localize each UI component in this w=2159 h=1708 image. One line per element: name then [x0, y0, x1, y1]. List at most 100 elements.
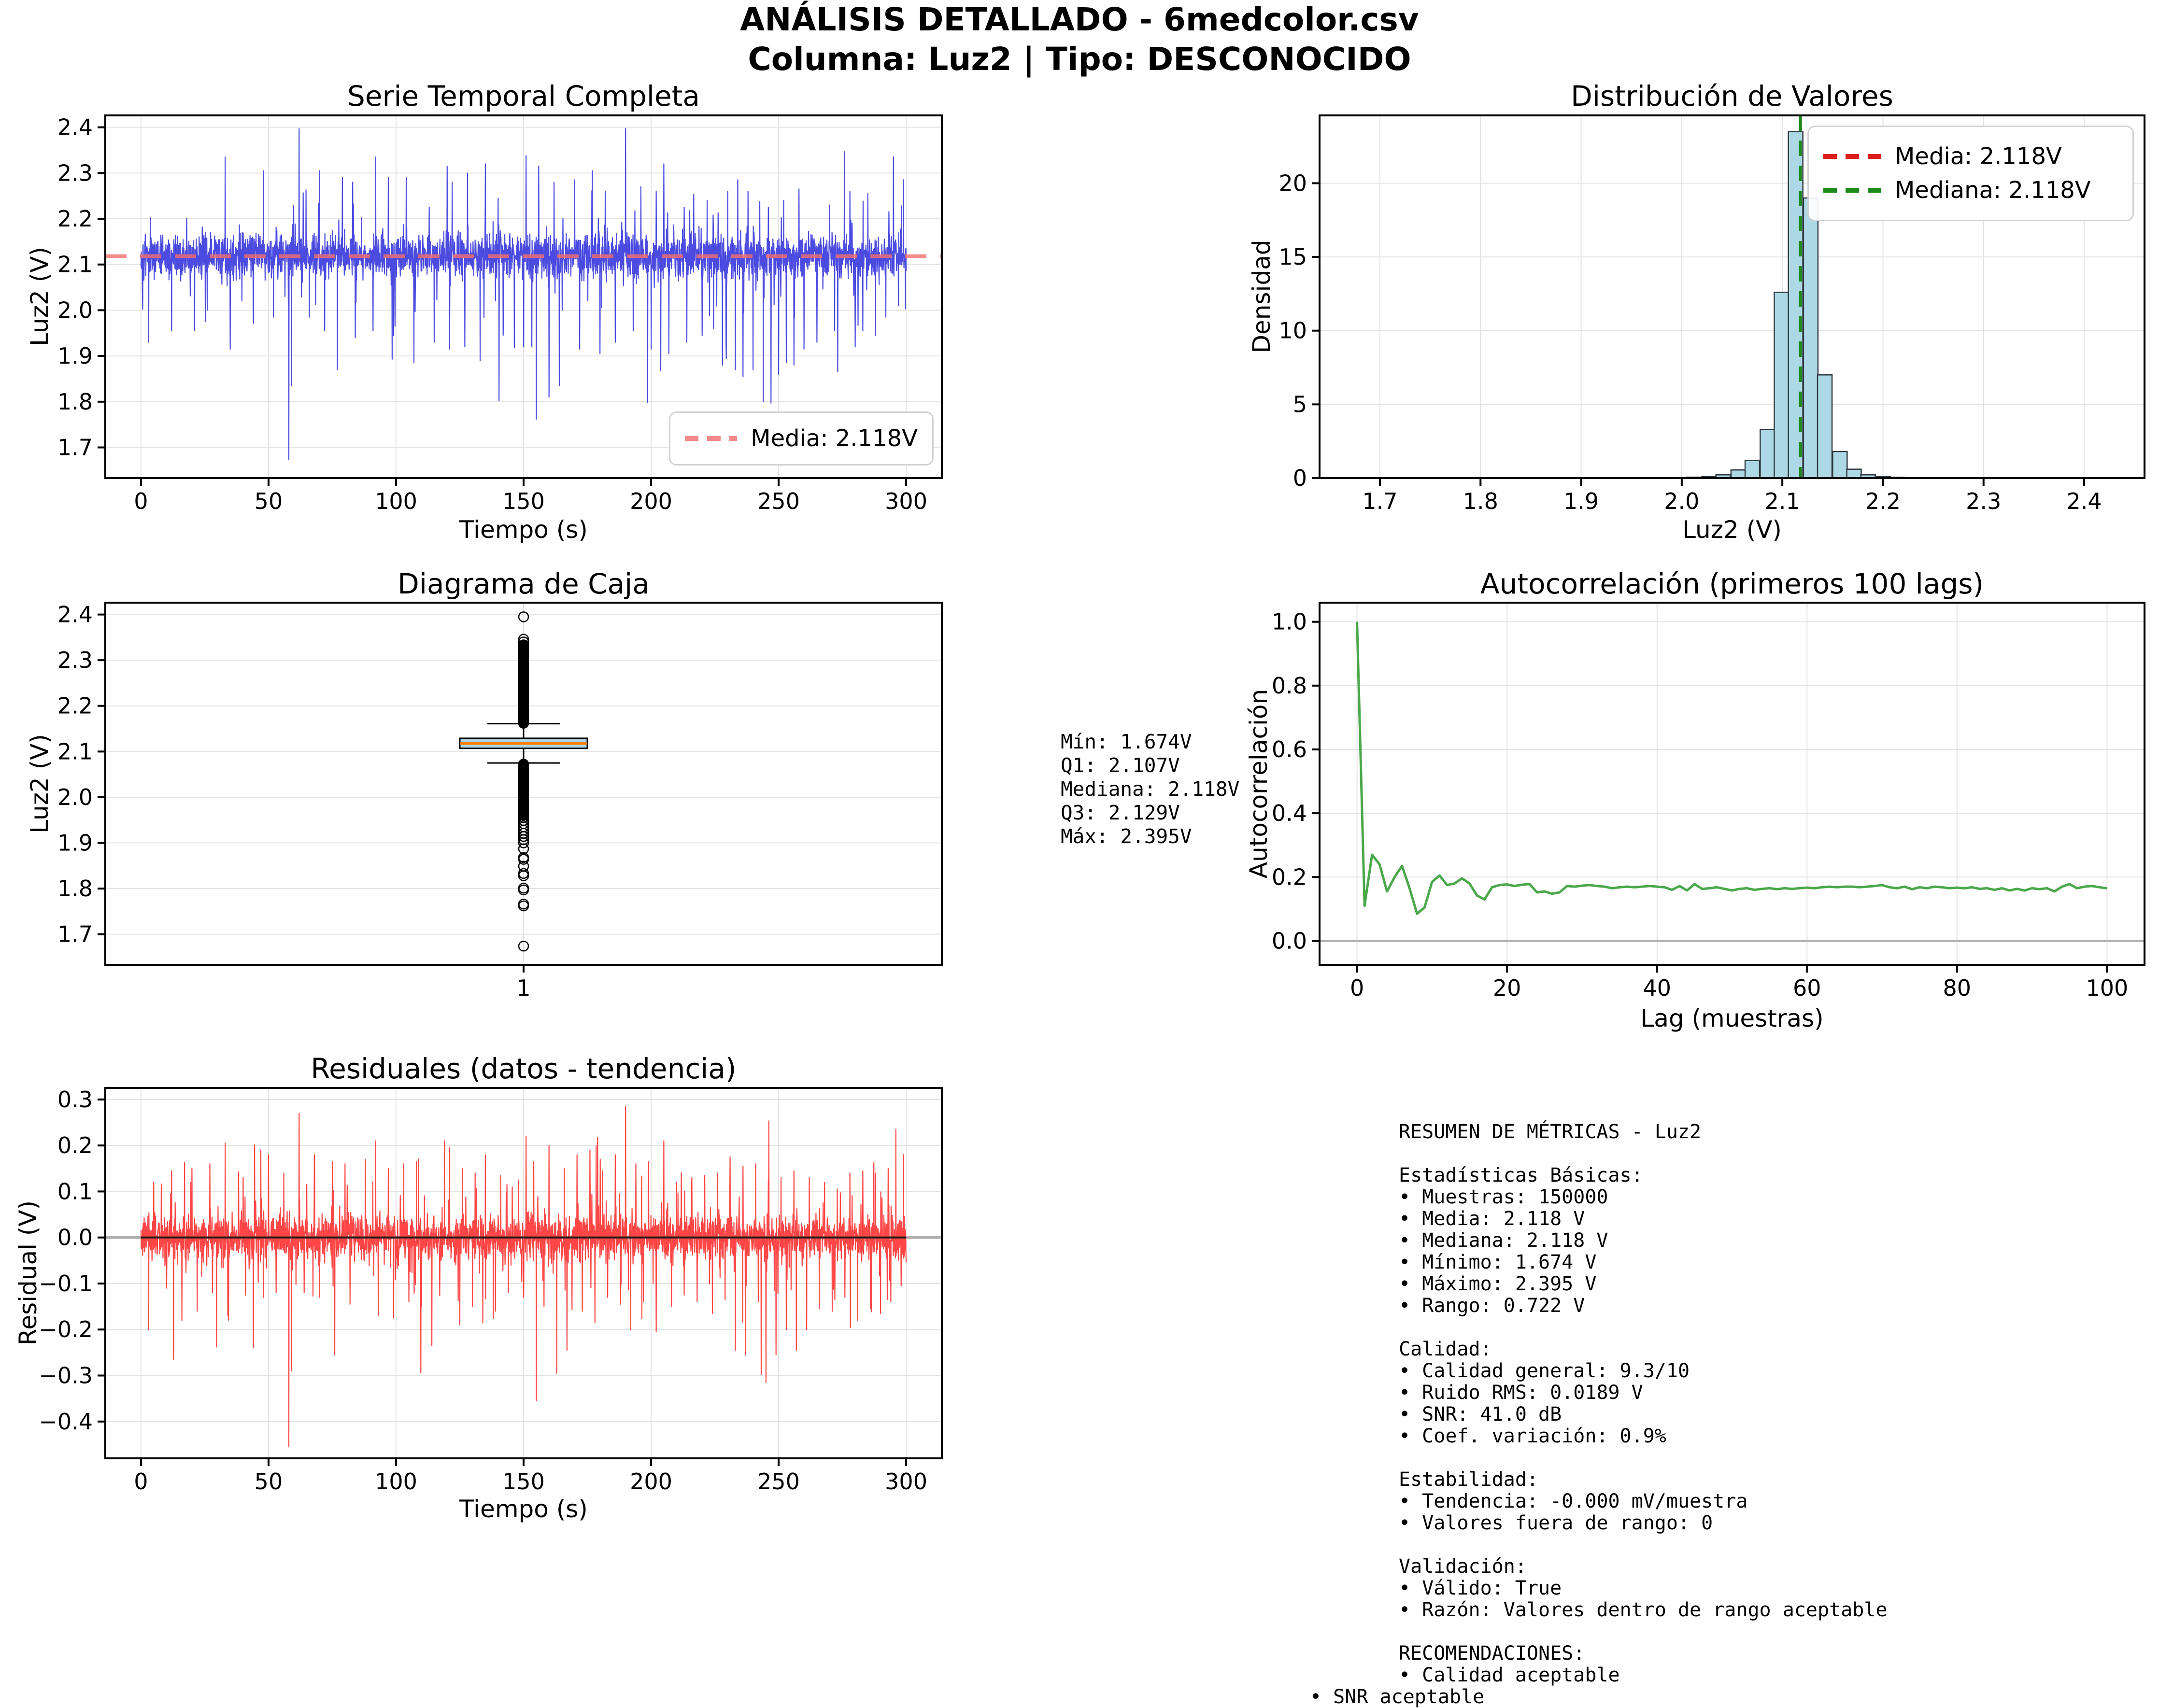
boxplot-stats-annotation: Mín: 1.674V Q1: 2.107V Mediana: 2.118V Q… — [1061, 730, 1239, 848]
metrics-lines: RESUMEN DE MÉTRICAS - Luz2 Estadísticas … — [1399, 1121, 1887, 1686]
residuals-xlabel: Tiempo (s) — [459, 1495, 588, 1523]
svg-text:−0.2: −0.2 — [39, 1316, 93, 1342]
metrics-line — [1399, 1534, 1887, 1556]
svg-text:2.4: 2.4 — [57, 602, 93, 628]
residuals-chart: 0 50 100 150 200 250 300 −0.4 −0.3 −0.2 −0.1 0.0 0.1… — [39, 1087, 943, 1495]
svg-text:2.2: 2.2 — [57, 693, 93, 719]
svg-text:250: 250 — [757, 1468, 800, 1495]
svg-text:0: 0 — [1293, 465, 1307, 491]
metrics-line: • Razón: Valores dentro de rango aceptab… — [1399, 1599, 1888, 1621]
hist-bar — [1803, 197, 1819, 479]
boxplot-title: Diagrama de Caja — [398, 567, 650, 600]
svg-text:1.9: 1.9 — [1563, 488, 1599, 514]
hist-bar — [1817, 374, 1833, 479]
metrics-line: • Mínimo: 1.674 V — [1399, 1251, 1597, 1273]
svg-text:50: 50 — [255, 488, 283, 514]
svg-text:1.0: 1.0 — [1272, 609, 1307, 635]
metrics-line: Estadísticas Básicas: — [1399, 1164, 1643, 1186]
svg-text:100: 100 — [2086, 975, 2128, 1001]
residuals-title: Residuales (datos - tendencia) — [311, 1052, 737, 1085]
metrics-line: • Coef. variación: 0.9% — [1399, 1425, 1666, 1447]
legend-row-media: Media: 2.118V — [1823, 143, 2118, 170]
svg-text:0.1: 0.1 — [57, 1178, 93, 1204]
metrics-line: • Calidad general: 9.3/10 — [1399, 1360, 1690, 1382]
metrics-outdented-line: • SNR aceptable — [1310, 1686, 1485, 1708]
metrics-line — [1399, 1143, 1887, 1165]
metrics-line — [1399, 1621, 1887, 1643]
metrics-line: • Máximo: 2.395 V — [1399, 1273, 1597, 1295]
svg-text:0.2: 0.2 — [57, 1132, 93, 1158]
svg-text:200: 200 — [630, 1468, 672, 1495]
histogram-xlabel: Luz2 (V) — [1682, 516, 1782, 544]
svg-text:10: 10 — [1278, 318, 1307, 344]
hist-legend-mean-label: Media: 2.118V — [1895, 143, 2062, 170]
hist-mean-dash-sample — [1823, 154, 1881, 159]
stat-q1: Q1: 2.107V — [1061, 754, 1180, 777]
svg-text:0.3: 0.3 — [57, 1087, 93, 1113]
metrics-line: • Válido: True — [1399, 1577, 1562, 1599]
hist-bar — [1730, 469, 1747, 479]
autocorr-ylabel: Autocorrelación — [1245, 689, 1273, 879]
figure: { "suptitle": { "line1": "ANÁLISIS DETAL… — [0, 0, 2159, 1708]
stat-q3: Q3: 2.129V — [1061, 801, 1180, 824]
hist-bar — [1846, 468, 1862, 479]
metrics-line: Estabilidad: — [1399, 1468, 1538, 1491]
legend-mean-label: Media: 2.118V — [751, 425, 918, 452]
metrics-line: • Mediana: 2.118 V — [1399, 1229, 1608, 1252]
svg-text:2.1: 2.1 — [57, 738, 93, 764]
timeseries-ylabel: Luz2 (V) — [26, 247, 54, 346]
timeseries-title: Serie Temporal Completa — [347, 80, 700, 113]
histogram-title: Distribución de Valores — [1571, 80, 1893, 113]
stat-max: Máx: 2.395V — [1061, 825, 1192, 848]
svg-text:2.1: 2.1 — [1765, 488, 1800, 514]
hist-median-dash-sample — [1823, 188, 1881, 193]
svg-text:300: 300 — [885, 1468, 927, 1495]
hist-bar — [1760, 429, 1775, 479]
metrics-line: Calidad: — [1399, 1338, 1492, 1360]
legend-row-mediana: Mediana: 2.118V — [1823, 177, 2118, 204]
mean-dash-sample — [685, 436, 738, 441]
svg-text:100: 100 — [375, 488, 417, 514]
svg-text:0.0: 0.0 — [1272, 928, 1307, 954]
svg-text:0.6: 0.6 — [1272, 736, 1307, 762]
metrics-line: • Media: 2.118 V — [1399, 1208, 1585, 1230]
metrics-line: • SNR: 41.0 dB — [1399, 1403, 1562, 1426]
metrics-line: RECOMENDACIONES: — [1399, 1642, 1585, 1665]
svg-text:150: 150 — [502, 1468, 545, 1495]
timeseries-xlabel: Tiempo (s) — [459, 516, 588, 544]
metrics-summary: RESUMEN DE MÉTRICAS - Luz2 Estadísticas … — [1310, 1121, 1887, 1708]
svg-text:1.9: 1.9 — [57, 830, 93, 856]
svg-text:1.8: 1.8 — [57, 389, 93, 415]
metrics-line: RESUMEN DE MÉTRICAS - Luz2 — [1399, 1121, 1702, 1143]
svg-text:2.0: 2.0 — [57, 784, 93, 810]
svg-text:1.7: 1.7 — [57, 435, 93, 461]
svg-text:20: 20 — [1278, 170, 1307, 196]
svg-text:150: 150 — [502, 488, 545, 514]
metrics-line: • Rango: 0.722 V — [1399, 1295, 1585, 1317]
svg-text:2.2: 2.2 — [57, 206, 93, 232]
legend-row-mean: Media: 2.118V — [685, 425, 918, 452]
hist-bar — [1744, 460, 1761, 479]
metrics-line: • Calidad aceptable — [1399, 1664, 1620, 1686]
svg-text:−0.1: −0.1 — [39, 1270, 93, 1297]
svg-text:0.2: 0.2 — [1272, 864, 1307, 890]
hist-bar — [1832, 451, 1848, 479]
metrics-line — [1399, 1317, 1887, 1339]
svg-text:80: 80 — [1943, 975, 1972, 1001]
svg-text:2.4: 2.4 — [2066, 488, 2102, 514]
hist-legend-median-label: Mediana: 2.118V — [1895, 177, 2091, 204]
svg-text:−0.4: −0.4 — [39, 1409, 93, 1435]
svg-text:1.8: 1.8 — [1463, 488, 1498, 514]
residuals-ylabel: Residual (V) — [14, 1200, 42, 1346]
metrics-line: Validación: — [1399, 1555, 1527, 1578]
svg-text:1.9: 1.9 — [57, 343, 93, 369]
metrics-line: • Muestras: 150000 — [1399, 1186, 1608, 1208]
svg-text:2.3: 2.3 — [1966, 488, 2001, 514]
svg-text:2.4: 2.4 — [57, 114, 93, 141]
svg-text:2.0: 2.0 — [1664, 488, 1699, 514]
svg-text:2.3: 2.3 — [57, 647, 93, 673]
svg-text:2.2: 2.2 — [1865, 488, 1901, 514]
metrics-line: • Valores fuera de rango: 0 — [1399, 1512, 1713, 1534]
svg-text:60: 60 — [1793, 975, 1821, 1001]
svg-text:0.4: 0.4 — [1272, 800, 1307, 826]
